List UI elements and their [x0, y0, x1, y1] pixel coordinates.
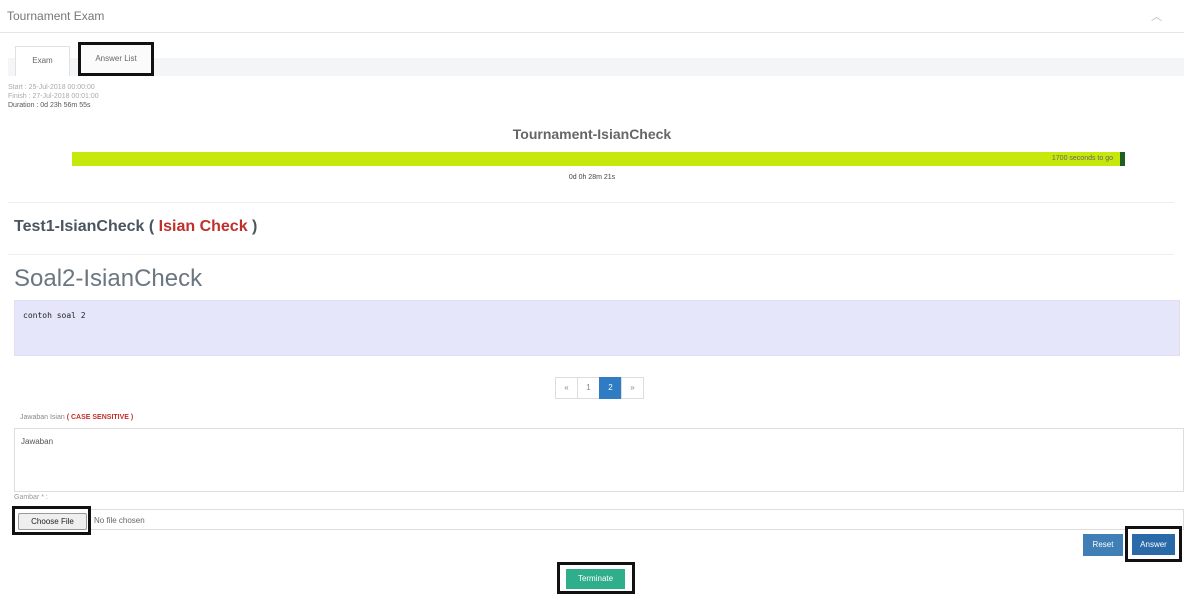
pagination-page-1[interactable]: 1	[577, 377, 600, 399]
tab-exam[interactable]: Exam	[15, 46, 70, 76]
answer-textarea[interactable]	[14, 428, 1184, 492]
file-input[interactable]	[14, 509, 1184, 530]
exam-title: Tournament-IsianCheck	[512, 126, 672, 142]
terminate-button[interactable]: Terminate	[566, 569, 625, 589]
answer-label-text: Jawaban Isian	[20, 414, 65, 421]
question-box: contoh soal 2	[14, 300, 1180, 356]
tab-answer-list[interactable]: Answer List	[78, 42, 154, 76]
test-type: Isian Check	[158, 218, 248, 235]
answer-button[interactable]: Answer	[1132, 534, 1175, 555]
exam-start: Start : 25-Jul-2018 00:00:00	[8, 84, 95, 91]
exam-duration: Duration : 0d 23h 56m 55s	[8, 102, 91, 109]
terminate-button-frame: Terminate	[557, 562, 635, 594]
question-title: Soal2-IsianCheck	[14, 265, 203, 292]
test-name: Test1-IsianCheck	[14, 218, 145, 235]
divider	[8, 254, 1174, 255]
tab-strip	[8, 58, 1184, 76]
countdown-progress-bar: 1700 seconds to go	[72, 152, 1125, 166]
chevron-up-icon[interactable]: ︿	[1151, 8, 1162, 24]
test-title: Test1-IsianCheck ( Isian Check )	[14, 218, 257, 236]
test-type-open: (	[148, 218, 155, 235]
progress-text: 1700 seconds to go	[1051, 155, 1113, 162]
progress-end-marker	[1120, 152, 1125, 166]
no-file-text: No file chosen	[94, 516, 145, 525]
pagination-page-2[interactable]: 2	[599, 377, 622, 399]
test-type-close: )	[252, 218, 258, 235]
image-field-label: Gambar * :	[14, 494, 48, 501]
reset-button[interactable]: Reset	[1083, 534, 1123, 556]
pagination: « 1 2 »	[555, 377, 644, 399]
question-text: contoh soal 2	[23, 311, 86, 320]
pagination-prev[interactable]: «	[555, 377, 578, 399]
case-sensitive-note: ( CASE SENSITIVE )	[66, 414, 134, 421]
answer-button-frame: Answer	[1125, 526, 1182, 562]
progress-fill	[72, 152, 1125, 166]
elapsed-time: 0d 0h 28m 21s	[568, 174, 616, 181]
panel-header: Tournament Exam ︿	[0, 0, 1184, 33]
panel-title: Tournament Exam	[7, 9, 105, 23]
choose-file-button[interactable]: Choose File	[12, 506, 91, 535]
pagination-next[interactable]: »	[621, 377, 644, 399]
divider	[8, 202, 1174, 203]
exam-finish: Finish : 27-Jul-2018 00:01:00	[8, 93, 99, 100]
choose-file-label: Choose File	[18, 513, 87, 530]
answer-label: Jawaban Isian ( CASE SENSITIVE )	[20, 414, 133, 421]
